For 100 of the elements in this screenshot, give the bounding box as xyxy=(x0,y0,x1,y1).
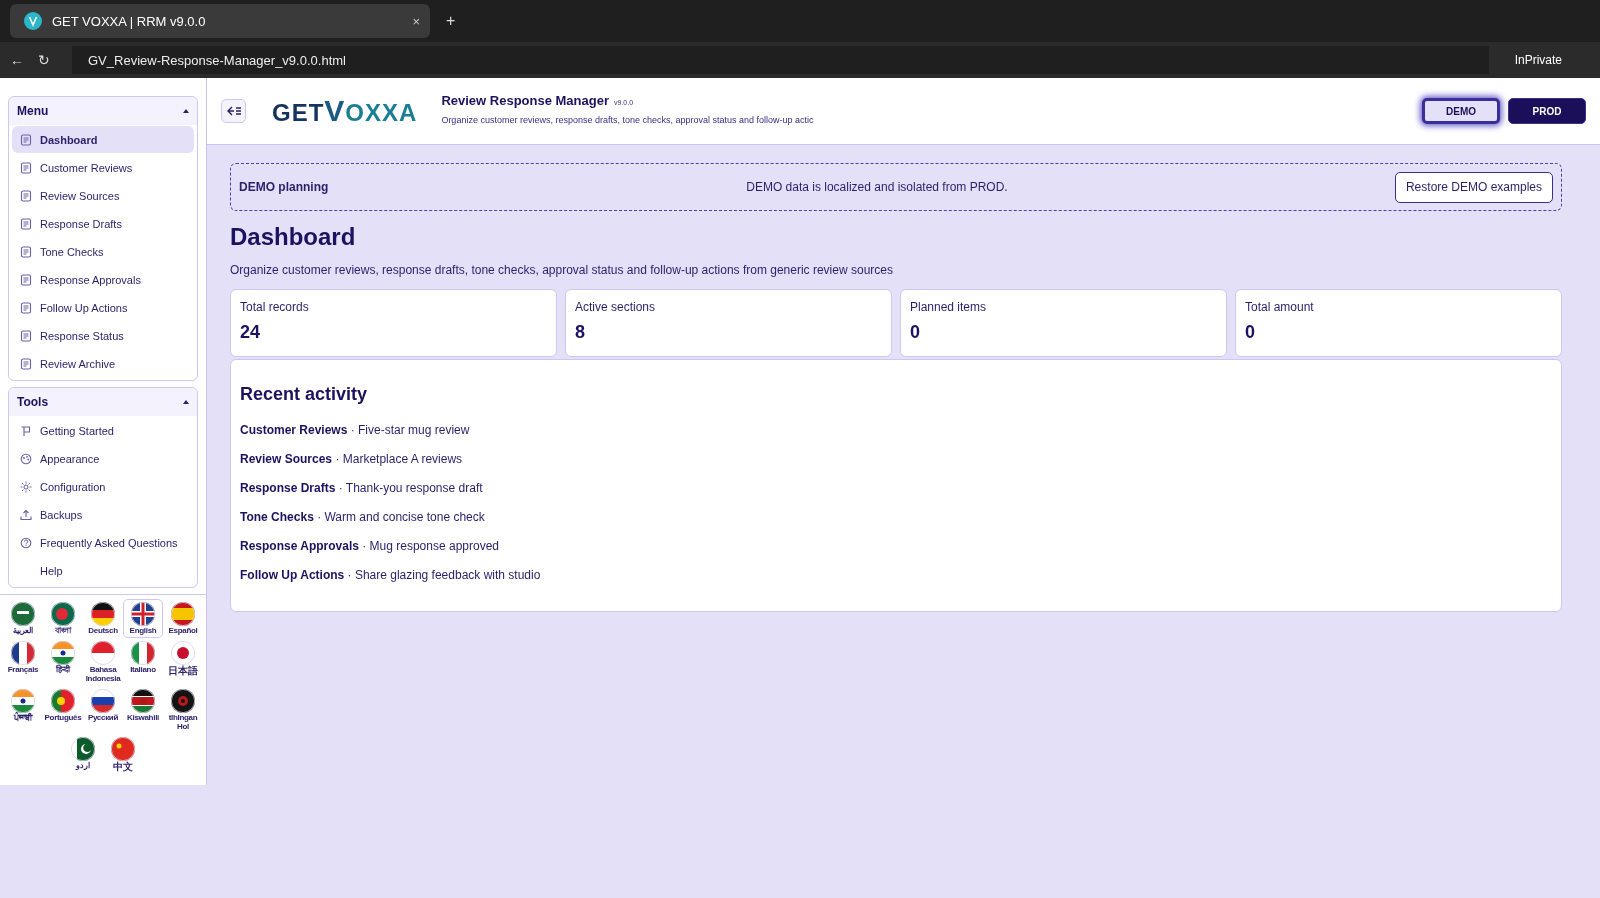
flag-icon xyxy=(131,602,155,626)
stat-value: 0 xyxy=(1245,322,1256,343)
stat-label: Total records xyxy=(240,300,310,314)
language-option[interactable]: Kiswahili xyxy=(123,686,163,734)
language-option[interactable]: العربية xyxy=(3,599,43,639)
flag-icon xyxy=(11,641,35,666)
caret-icon xyxy=(183,109,189,113)
sidebar-item[interactable]: Dashboard xyxy=(12,126,194,153)
browser-tab[interactable]: GET VOXXA | RRM v9.0.0 × xyxy=(10,4,430,38)
palette-icon xyxy=(20,452,32,465)
language-option[interactable]: Italiano xyxy=(123,638,163,687)
section-title: Recent activity xyxy=(240,384,369,405)
sun-icon xyxy=(20,480,32,493)
activity-item: Response Drafts · Thank-you response draft xyxy=(240,481,484,497)
section-header[interactable]: Tools xyxy=(9,388,197,416)
sidebar-item[interactable]: Appearance xyxy=(12,445,194,472)
language-option[interactable]: Русский xyxy=(83,686,123,734)
language-option[interactable]: বাংলা xyxy=(43,599,83,639)
activity-item: Customer Reviews · Five-star mug review xyxy=(240,423,471,439)
document-icon xyxy=(20,133,32,146)
banner-title: DEMO planning xyxy=(239,180,330,194)
language-option[interactable]: हिन्दी xyxy=(43,638,83,687)
page-title: Dashboard xyxy=(230,223,357,251)
flag-icon xyxy=(91,689,115,714)
stat-label: Total amount xyxy=(1245,300,1315,314)
sidebar-item[interactable]: Frequently Asked Questions xyxy=(12,529,194,556)
new-tab-button[interactable]: + xyxy=(446,12,456,30)
document-icon xyxy=(20,273,32,286)
stat-value: 8 xyxy=(575,322,586,343)
sidebar-item[interactable]: Response Drafts xyxy=(12,210,194,237)
language-option[interactable]: Español xyxy=(163,599,203,639)
stat-label: Planned items xyxy=(910,300,988,314)
flag-icon xyxy=(171,689,195,714)
collapse-icon xyxy=(226,106,241,116)
flag-icon xyxy=(171,602,195,626)
language-option[interactable]: اردو xyxy=(63,733,103,776)
flag-icon xyxy=(131,689,155,714)
app-title: Review Response Manager xyxy=(441,93,609,108)
flag-icon xyxy=(11,689,35,714)
environment-button[interactable]: PROD xyxy=(1508,98,1586,124)
sidebar-item[interactable]: Tone Checks xyxy=(12,238,194,265)
document-icon xyxy=(20,357,32,370)
restore-button[interactable]: Restore DEMO examples xyxy=(1394,171,1553,203)
document-icon xyxy=(20,301,32,314)
language-option[interactable]: Português xyxy=(43,686,83,734)
activity-item: Follow Up Actions · Share glazing feedback with studio xyxy=(240,568,542,584)
document-icon xyxy=(20,329,32,342)
sidebar-item[interactable]: Backups xyxy=(12,501,194,528)
question-icon xyxy=(20,536,32,549)
back-button[interactable]: ← xyxy=(10,52,24,68)
document-icon xyxy=(20,161,32,174)
flag-icon xyxy=(51,641,75,666)
stat-value: 0 xyxy=(910,322,921,343)
sidebar-item[interactable]: Response Approvals xyxy=(12,266,194,293)
sidebar-item[interactable]: Customer Reviews xyxy=(12,154,194,181)
flag-icon xyxy=(51,602,75,626)
upload-icon xyxy=(20,508,32,521)
collapse-sidebar-button[interactable] xyxy=(221,99,246,123)
stat-label: Active sections xyxy=(575,300,657,314)
close-tab-button[interactable]: × xyxy=(412,13,420,29)
sidebar-item[interactable]: Follow Up Actions xyxy=(12,294,194,321)
section-header[interactable]: Menu xyxy=(9,97,197,125)
sidebar-item[interactable]: Configuration xyxy=(12,473,194,500)
language-option[interactable]: tlhIngan Hol xyxy=(163,686,203,734)
language-option[interactable]: 中文 xyxy=(103,733,143,776)
sidebar-item[interactable]: Review Sources xyxy=(12,182,194,209)
language-option[interactable]: Bahasa Indonesia xyxy=(83,638,123,687)
flag-icon xyxy=(111,736,135,761)
language-option[interactable]: English xyxy=(123,599,163,639)
environment-button[interactable]: DEMO xyxy=(1422,98,1500,124)
flag-icon xyxy=(131,641,155,666)
document-icon xyxy=(20,245,32,258)
flag-icon xyxy=(91,602,115,626)
language-option[interactable]: 日本語 xyxy=(163,638,203,687)
language-option[interactable]: Deutsch xyxy=(83,599,123,639)
tab-title: GET VOXXA | RRM v9.0.0 xyxy=(52,13,207,29)
activity-item: Tone Checks · Warm and concise tone check xyxy=(240,510,486,526)
letter-logo-icon xyxy=(24,12,42,30)
inprivate-label: InPrivate xyxy=(1513,53,1563,67)
document-icon xyxy=(20,217,32,230)
language-option[interactable]: Français xyxy=(3,638,43,687)
banner-message: DEMO data is localized and isolated from PROD. xyxy=(745,180,1009,194)
flag-icon xyxy=(91,641,115,666)
sign-icon xyxy=(20,424,32,437)
flag-icon xyxy=(51,689,75,714)
page-description: Organize customer reviews, response drafts, tone checks, approval status and follow-up actions from generic review sources xyxy=(230,263,894,277)
activity-item: Response Approvals · Mug response approved xyxy=(240,539,500,555)
flag-icon xyxy=(11,602,35,626)
language-option[interactable]: ਪੰਜਾਬੀ xyxy=(3,686,43,734)
address-bar[interactable]: GV_Review-Response-Manager_v9.0.0.html xyxy=(72,46,1489,74)
logo: GETVOXXA xyxy=(272,94,418,128)
caret-icon xyxy=(183,400,189,404)
sidebar-item[interactable]: Response Status xyxy=(12,322,194,349)
flag-icon xyxy=(71,736,95,761)
sidebar-item[interactable]: Help xyxy=(12,557,194,584)
reload-button[interactable]: ↻ xyxy=(38,52,50,68)
stat-value: 24 xyxy=(240,322,262,343)
document-icon xyxy=(20,189,32,202)
sidebar-item[interactable]: Review Archive xyxy=(12,350,194,377)
sidebar-item[interactable]: Getting Started xyxy=(12,417,194,444)
